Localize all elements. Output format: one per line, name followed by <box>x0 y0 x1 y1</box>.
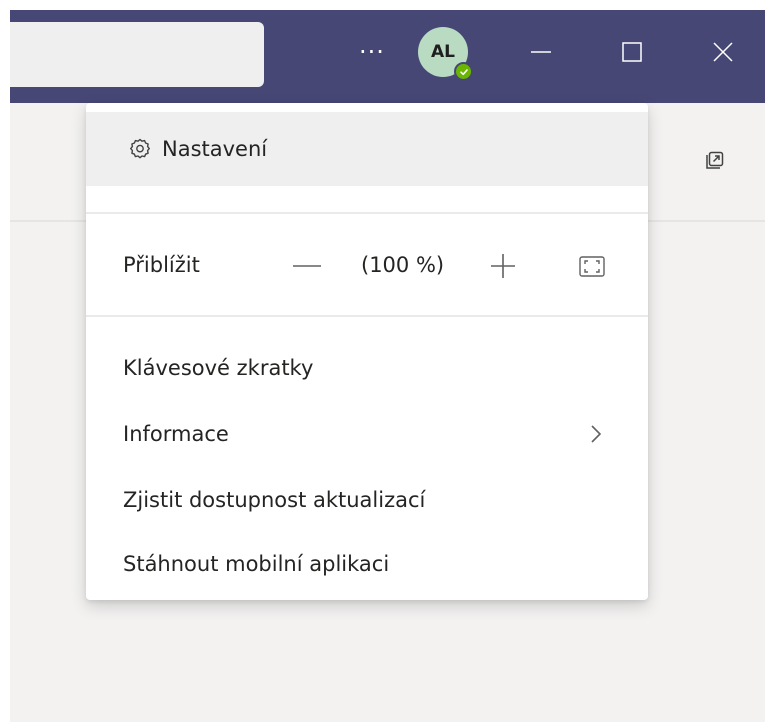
popout-icon <box>706 151 724 169</box>
menu-item-keyboard-shortcuts[interactable]: Klávesové zkratky <box>86 335 648 401</box>
minimize-icon <box>531 51 551 53</box>
more-options-button[interactable]: ··· <box>354 32 390 72</box>
zoom-row: Přiblížit (100 %) <box>86 233 648 299</box>
zoom-label: Přiblížit <box>123 253 200 277</box>
zoom-level: (100 %) <box>361 253 445 277</box>
menu-item-about[interactable]: Informace <box>86 401 648 467</box>
zoom-in-button[interactable] <box>488 251 518 281</box>
gear-icon <box>130 138 150 159</box>
zoom-in-icon <box>491 254 515 278</box>
menu-item-label: Informace <box>123 422 229 446</box>
settings-menu: Nastavení Přiblížit (100 %) Klávesové zk… <box>86 103 648 600</box>
teams-window: ··· AL Nastavení Přiblížit (100 %) Kláve… <box>10 10 765 722</box>
fullscreen-button[interactable] <box>578 254 606 280</box>
zoom-out-button[interactable] <box>291 254 323 278</box>
fullscreen-icon <box>579 256 605 277</box>
menu-item-label: Stáhnout mobilní aplikaci <box>123 552 390 576</box>
popout-button[interactable] <box>702 149 726 173</box>
minimize-button[interactable] <box>516 27 566 77</box>
avatar-initials: AL <box>431 42 455 62</box>
close-icon <box>713 42 733 62</box>
search-box[interactable] <box>10 22 264 87</box>
close-button[interactable] <box>698 27 748 77</box>
zoom-out-icon <box>293 265 321 267</box>
title-bar: ··· AL <box>10 10 765 103</box>
maximize-button[interactable] <box>606 27 656 77</box>
menu-item-check-updates[interactable]: Zjistit dostupnost aktualizací <box>86 467 648 533</box>
menu-item-label: Klávesové zkratky <box>123 356 314 380</box>
menu-separator <box>86 315 648 317</box>
menu-item-download-mobile-app[interactable]: Stáhnout mobilní aplikaci <box>86 531 648 597</box>
menu-item-label: Zjistit dostupnost aktualizací <box>123 488 426 512</box>
presence-available-icon <box>454 62 473 81</box>
menu-item-settings[interactable]: Nastavení <box>86 112 648 186</box>
maximize-icon <box>622 42 642 62</box>
menu-separator <box>86 212 648 214</box>
settings-label: Nastavení <box>162 137 268 161</box>
chevron-right-icon <box>591 425 602 443</box>
